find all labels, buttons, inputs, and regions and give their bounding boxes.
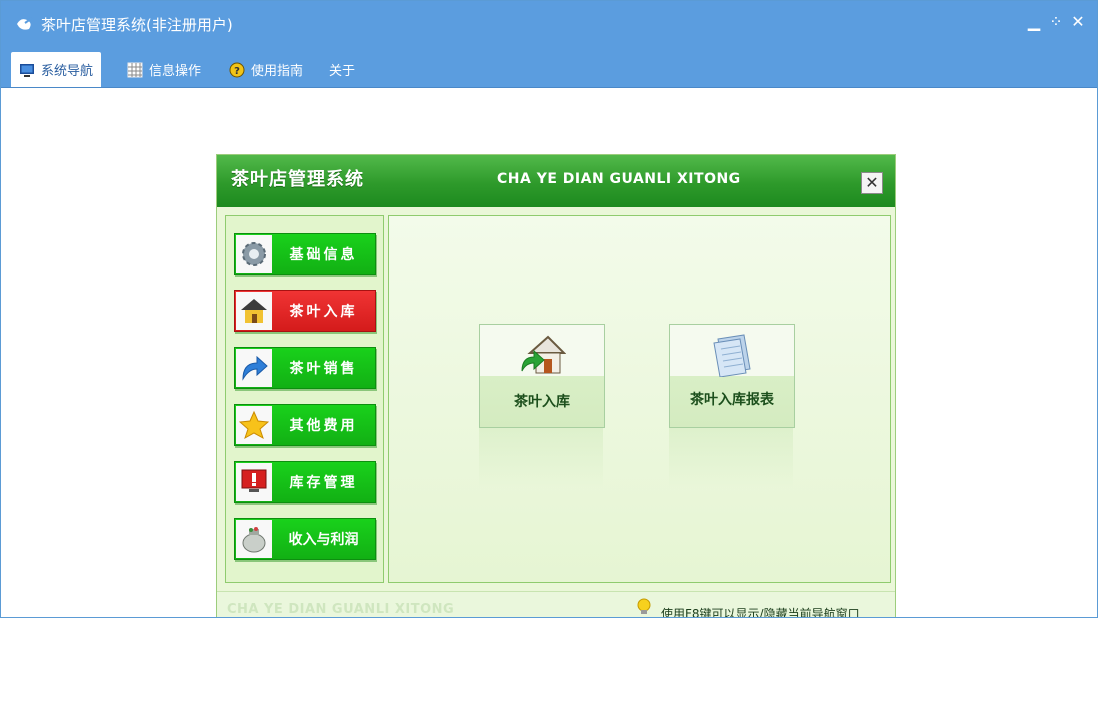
sidebar-item-label: 茶叶入库 <box>289 304 358 320</box>
menu-bar: 系统导航 信息操作 ? 使用指南 关于 <box>1 47 1097 88</box>
tile-reflection <box>669 428 793 488</box>
star-icon <box>236 406 272 444</box>
window-controls: ▁ ⁘ ✕ <box>1027 13 1085 31</box>
footer-brand: CHA YE DIAN GUANLI XITONG <box>227 602 455 617</box>
money-bag-icon <box>236 520 272 558</box>
tab-label: 系统导航 <box>41 64 94 79</box>
help-icon: ? <box>229 62 245 77</box>
arrow-icon <box>236 349 272 387</box>
grid-icon <box>127 62 143 77</box>
sidebar-item-income-profit[interactable]: 收入与利润 <box>234 518 376 560</box>
tab-label: 使用指南 <box>251 64 304 79</box>
gear-icon <box>236 235 272 273</box>
panel-subtitle: CHA YE DIAN GUANLI XITONG <box>497 171 741 187</box>
tab-about[interactable]: 关于 <box>321 52 363 87</box>
panel-header: 茶叶店管理系统 CHA YE DIAN GUANLI XITONG ✕ <box>217 155 895 207</box>
navigation-panel: 茶叶店管理系统 CHA YE DIAN GUANLI XITONG ✕ 基础信息 <box>216 154 896 618</box>
alert-monitor-icon <box>236 463 272 501</box>
sidebar-item-label: 茶叶销售 <box>289 361 358 377</box>
panel-close-button[interactable]: ✕ <box>861 172 883 194</box>
monitor-icon <box>20 63 34 77</box>
document-icon <box>713 334 751 377</box>
tile-label: 茶叶入库 <box>514 394 570 410</box>
app-logo-icon <box>17 17 33 30</box>
sidebar-item-label: 库存管理 <box>289 475 358 491</box>
tab-user-guide[interactable]: ? 使用指南 <box>221 52 311 87</box>
lightbulb-icon <box>637 598 651 614</box>
footer-tip: 使用F8键可以显示/隐藏当前导航窗口 <box>661 607 860 618</box>
tab-system-navigation[interactable]: 系统导航 <box>11 52 102 87</box>
tile-reflection <box>479 428 603 488</box>
sidebar-item-tea-stock-in[interactable]: 茶叶入库 <box>234 290 376 332</box>
sidebar-item-label: 其他费用 <box>289 418 358 434</box>
close-button[interactable]: ✕ <box>1071 13 1085 31</box>
content-area: 茶叶入库 茶叶入库报表 <box>388 215 891 583</box>
house-icon <box>236 292 272 330</box>
tile-label: 茶叶入库报表 <box>690 392 774 408</box>
tab-label: 信息操作 <box>149 64 202 79</box>
restore-button[interactable]: ⁘ <box>1049 13 1063 31</box>
sidebar-item-inventory[interactable]: 库存管理 <box>234 461 376 503</box>
tab-label: 关于 <box>329 64 356 79</box>
house-arrow-icon <box>521 335 566 374</box>
sidebar: 基础信息 茶叶入库 茶叶销售 其他费用 库存管理 收入与利润 <box>225 215 384 583</box>
tile-tea-stock-report[interactable]: 茶叶入库报表 <box>669 324 795 428</box>
tab-info-operation[interactable]: 信息操作 <box>119 52 209 87</box>
sidebar-item-label: 收入与利润 <box>288 532 359 548</box>
sidebar-item-basic-info[interactable]: 基础信息 <box>234 233 376 275</box>
panel-title: 茶叶店管理系统 <box>231 169 364 190</box>
svg-text:?: ? <box>234 66 240 77</box>
sidebar-item-label: 基础信息 <box>289 247 358 263</box>
panel-footer: CHA YE DIAN GUANLI XITONG 使用F8键可以显示/隐藏当前… <box>217 591 895 618</box>
title-bar[interactable]: 茶叶店管理系统(非注册用户) ▁ ⁘ ✕ <box>1 1 1097 47</box>
sidebar-item-tea-sales[interactable]: 茶叶销售 <box>234 347 376 389</box>
minimize-button[interactable]: ▁ <box>1027 13 1041 31</box>
sidebar-item-other-expenses[interactable]: 其他费用 <box>234 404 376 446</box>
app-window: 茶叶店管理系统(非注册用户) ▁ ⁘ ✕ 系统导航 信息操作 ? 使用指南 关于… <box>0 0 1098 618</box>
window-title: 茶叶店管理系统(非注册用户) <box>41 16 233 34</box>
tile-tea-stock-in[interactable]: 茶叶入库 <box>479 324 605 428</box>
